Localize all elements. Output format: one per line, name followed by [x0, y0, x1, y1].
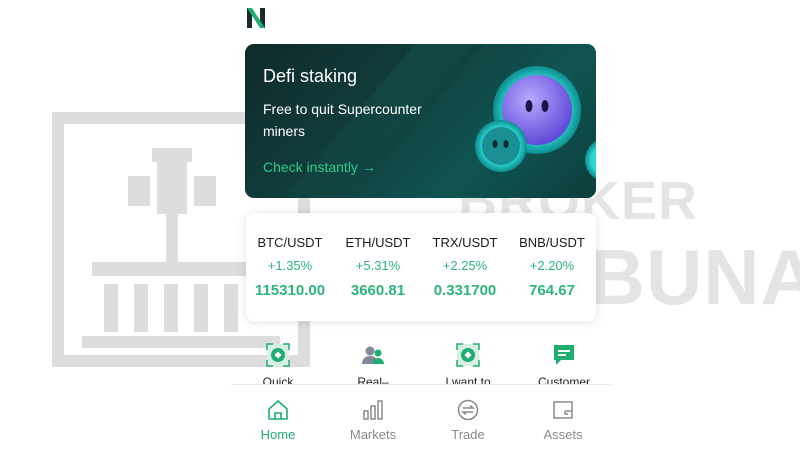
app-logo-icon [247, 8, 265, 28]
tab-assets[interactable]: Assets [523, 399, 603, 442]
banner-check-instantly-link[interactable]: Check instantly → [263, 159, 376, 175]
market-ticker-card: BTC/USDT +1.35% 115310.00 ETH/USDT +5.31… [246, 213, 596, 321]
quick-action-i-want-to[interactable]: I want to [428, 343, 508, 385]
coin-exchange-icon [456, 343, 480, 367]
ticker-pair: BTC/USDT [257, 235, 323, 250]
ticker-change: +2.20% [529, 258, 575, 273]
home-icon [268, 400, 288, 420]
ticker-price: 0.331700 [433, 282, 497, 299]
ticker-price: 764.67 [529, 282, 575, 299]
tab-home[interactable]: Home [238, 399, 318, 442]
bar-chart-icon [363, 400, 383, 420]
banner-subtitle: Free to quit Supercounter miners [263, 101, 422, 139]
ticker-change: +1.35% [267, 258, 313, 273]
bottom-tab-bar: Home Markets Trade Assets [231, 384, 611, 454]
ticker-pair: BNB/USDT [519, 235, 585, 250]
tab-markets[interactable]: Markets [333, 399, 413, 442]
users-icon [362, 346, 384, 364]
tab-label: Trade [451, 427, 485, 442]
ticker-pair: ETH/USDT [345, 235, 411, 250]
app-screen: BROKER TRIBUNAL [0, 0, 800, 454]
defi-staking-banner[interactable]: Defi staking Free to quit Supercounter m… [245, 44, 596, 198]
ticker-price: 3660.81 [350, 282, 406, 299]
exchange-icon [457, 399, 479, 421]
tab-label: Markets [349, 427, 397, 442]
tab-label: Assets [543, 427, 583, 442]
ticker-pair: TRX/USDT [432, 235, 498, 250]
ticker-change: +5.31% [355, 258, 401, 273]
quick-action-quick[interactable]: Quick [238, 343, 318, 385]
ticker-change: +2.25% [442, 258, 488, 273]
coin-exchange-icon [266, 343, 290, 367]
quick-action-customer[interactable]: Customer [524, 343, 604, 385]
ticker-price: 115310.00 [254, 282, 326, 299]
tab-label: Home [260, 427, 296, 442]
wallet-icon [553, 401, 573, 419]
tab-trade[interactable]: Trade [428, 399, 508, 442]
chat-icon [554, 345, 574, 365]
banner-title: Defi staking [263, 66, 358, 86]
quick-action-real[interactable]: Real– [333, 343, 413, 385]
